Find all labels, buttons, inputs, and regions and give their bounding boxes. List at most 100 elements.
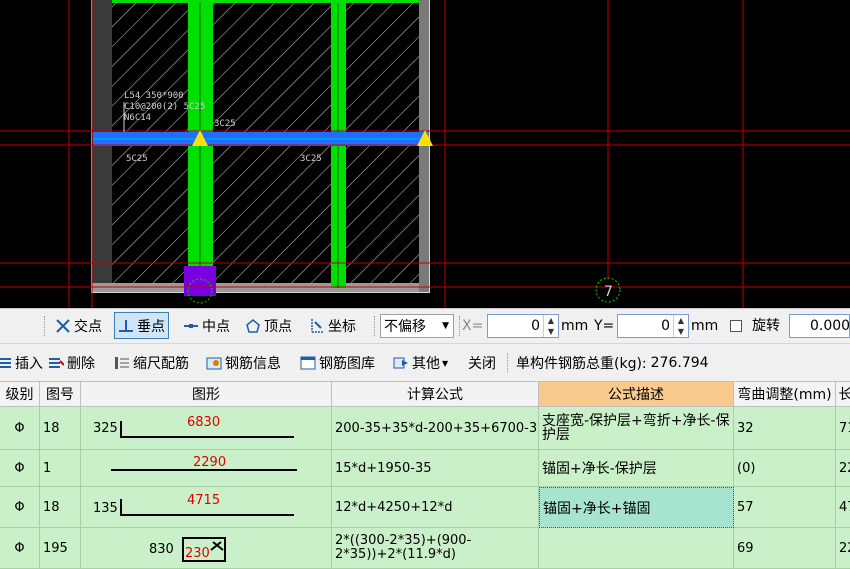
toolbar-separator (507, 353, 509, 373)
rebar-library-button[interactable]: 钢筋图库 (300, 344, 375, 382)
column-header-shape[interactable]: 图形 (81, 382, 332, 407)
column-header-figure[interactable]: 图号 (40, 382, 81, 407)
other-button[interactable]: 其他 ▼ (393, 344, 448, 382)
spin-buttons[interactable]: ▲ ▼ (543, 315, 558, 337)
rotate-checkbox[interactable] (730, 320, 742, 332)
other-icon (393, 357, 408, 369)
cell-description[interactable] (539, 528, 734, 569)
cell-description[interactable]: 锚固+净长+锚固 (539, 487, 734, 528)
rotate-label: 旋转 (752, 318, 780, 334)
column-header-formula[interactable]: 计算公式 (332, 382, 539, 407)
rebar-shape-drawing: 325 6830 (81, 407, 331, 449)
cell-figure[interactable]: 1 (40, 450, 81, 487)
shape-length: 6830 (187, 415, 221, 430)
rebar-library-icon (300, 356, 316, 370)
delete-icon (49, 358, 64, 368)
y-offset-value: 0 (661, 318, 670, 334)
cell-grade[interactable]: Φ (0, 487, 40, 528)
beam-label-line: N6C14 (124, 113, 151, 123)
rebar-toolbar: 插入 删除 缩尺配筋 钢筋信息 钢筋图库 其他 ▼ 关闭 单构件钢筋总重(kg)… (0, 344, 850, 382)
cell-bend[interactable]: 32 (734, 407, 836, 450)
delete-label: 删除 (67, 356, 95, 372)
insert-icon (0, 358, 11, 368)
cell-formula[interactable]: 2*((300-2*35)+(900-2*35))+2*(11.9*d) (332, 528, 539, 569)
column-header-length[interactable]: 长 (836, 382, 850, 407)
cell-formula[interactable]: 15*d+1950-35 (332, 450, 539, 487)
vertex-button[interactable]: 顶点 (242, 309, 295, 343)
cad-canvas[interactable]: L54 350*900 C10@200(2) 5C25 N6C14 3C25 5… (0, 0, 850, 308)
axis-label: 7 (604, 284, 613, 300)
shape-stirrup-height: 830 (149, 542, 174, 557)
snap-toolbar: 交点 垂点 中点 顶点 坐标 不偏移 ▼ X= 0 ▲ ▼ mm Y= 0 ▲ ▼ … (0, 308, 850, 344)
purple-column-stub (184, 266, 216, 296)
cell-grade[interactable]: Φ (0, 528, 40, 569)
rebar-label: 5C25 (126, 154, 148, 164)
x-offset-input[interactable]: 0 ▲ ▼ (487, 314, 559, 338)
cell-length[interactable]: 22 (836, 528, 850, 569)
cell-formula[interactable]: 200-35+35*d-200+35+6700-35 (332, 407, 539, 450)
cell-bend[interactable]: 57 (734, 487, 836, 528)
cell-shape[interactable]: 2290 (81, 450, 332, 487)
rebar-label: 3C25 (300, 154, 322, 164)
cell-grade[interactable]: Φ (0, 450, 40, 487)
column-header-grade[interactable]: 级别 (0, 382, 40, 407)
close-button[interactable]: 关闭 (468, 344, 496, 382)
delete-button[interactable]: 删除 (48, 344, 95, 382)
insert-button[interactable]: 插入 (0, 344, 43, 382)
rebar-library-label: 钢筋图库 (319, 356, 375, 372)
perpendicular-button[interactable]: 垂点 (114, 312, 169, 339)
cell-figure[interactable]: 195 (40, 528, 81, 569)
intersection-label: 交点 (74, 319, 102, 335)
cell-bend[interactable]: 69 (734, 528, 836, 569)
coordinate-button[interactable]: 坐标 (306, 309, 359, 343)
shape-hook-length: 325 (93, 421, 118, 436)
cell-grade[interactable]: Φ (0, 407, 40, 450)
cell-length[interactable]: 22 (836, 450, 850, 487)
perpendicular-label: 垂点 (137, 318, 165, 335)
scale-rebar-button[interactable]: 缩尺配筋 (114, 344, 189, 382)
midpoint-button[interactable]: 中点 (180, 309, 233, 343)
rebar-info-button[interactable]: 钢筋信息 (206, 344, 281, 382)
shape-length: 2290 (193, 455, 227, 470)
midpoint-label: 中点 (202, 319, 230, 335)
perpendicular-icon (119, 319, 133, 332)
cell-shape[interactable]: 830 230 (81, 528, 332, 569)
cell-description[interactable]: 锚固+净长-保护层 (539, 450, 734, 487)
beam-label-line: L54 350*900 (124, 91, 184, 101)
beam-label-line: C10@200(2) 5C25 (124, 102, 205, 112)
intersection-button[interactable]: 交点 (52, 309, 105, 343)
cell-shape[interactable]: 325 6830 (81, 407, 332, 450)
y-unit: mm (691, 318, 719, 334)
cell-description[interactable]: 支座宽-保护层+弯折+净长-保护层 (539, 407, 734, 450)
rebar-shape-drawing: 2290 (81, 450, 331, 486)
cell-figure[interactable]: 18 (40, 407, 81, 450)
chevron-down-icon: ▼ (442, 358, 449, 368)
close-label: 关闭 (468, 356, 496, 372)
column-header-description[interactable]: 公式描述 (539, 382, 734, 407)
shape-length: 4715 (187, 493, 221, 508)
cell-figure[interactable]: 18 (40, 487, 81, 528)
spin-buttons[interactable]: ▲ ▼ (673, 315, 688, 337)
rotate-value: 0.000 (810, 318, 850, 334)
rebar-shape-drawing: 135 4715 (81, 487, 331, 527)
offset-mode-select[interactable]: 不偏移 ▼ (380, 314, 454, 338)
rebar-info-label: 钢筋信息 (225, 356, 281, 372)
toolbar-separator (44, 316, 46, 336)
rebar-info-icon (206, 357, 222, 370)
rotate-input[interactable]: 0.000 (789, 314, 850, 338)
cell-shape[interactable]: 135 4715 (81, 487, 332, 528)
cell-length[interactable]: 71 (836, 407, 850, 450)
cell-formula[interactable]: 12*d+4250+12*d (332, 487, 539, 528)
shape-hook-length: 135 (93, 501, 118, 516)
cell-bend[interactable]: (0) (734, 450, 836, 487)
cell-length[interactable]: 47 (836, 487, 850, 528)
coordinate-label: 坐标 (328, 319, 356, 335)
other-label: 其他 (412, 356, 440, 372)
scale-rebar-label: 缩尺配筋 (133, 356, 189, 372)
y-offset-input[interactable]: 0 ▲ ▼ (617, 314, 689, 338)
intersection-icon (56, 319, 70, 333)
toolbar-separator (374, 316, 376, 336)
total-weight-label: 单构件钢筋总重(kg): (516, 356, 647, 372)
column-header-bend[interactable]: 弯曲调整(mm) (734, 382, 836, 407)
x-label: X= (462, 318, 484, 334)
